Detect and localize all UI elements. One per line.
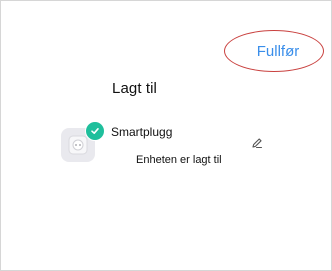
page-title: Lagt til bbox=[112, 80, 157, 97]
done-button[interactable]: Fullfør bbox=[223, 29, 332, 73]
device-name: Smartplugg bbox=[111, 125, 173, 139]
check-icon bbox=[85, 121, 105, 141]
done-button-label: Fullfør bbox=[256, 42, 300, 60]
device-list-item[interactable]: Smartplugg Enheten er lagt til bbox=[61, 121, 281, 171]
device-status: Enheten er lagt til bbox=[136, 154, 222, 166]
pencil-icon[interactable] bbox=[249, 135, 265, 151]
dialog-frame: Fullfør Lagt til Smartplugg Enheten er l… bbox=[0, 0, 332, 271]
